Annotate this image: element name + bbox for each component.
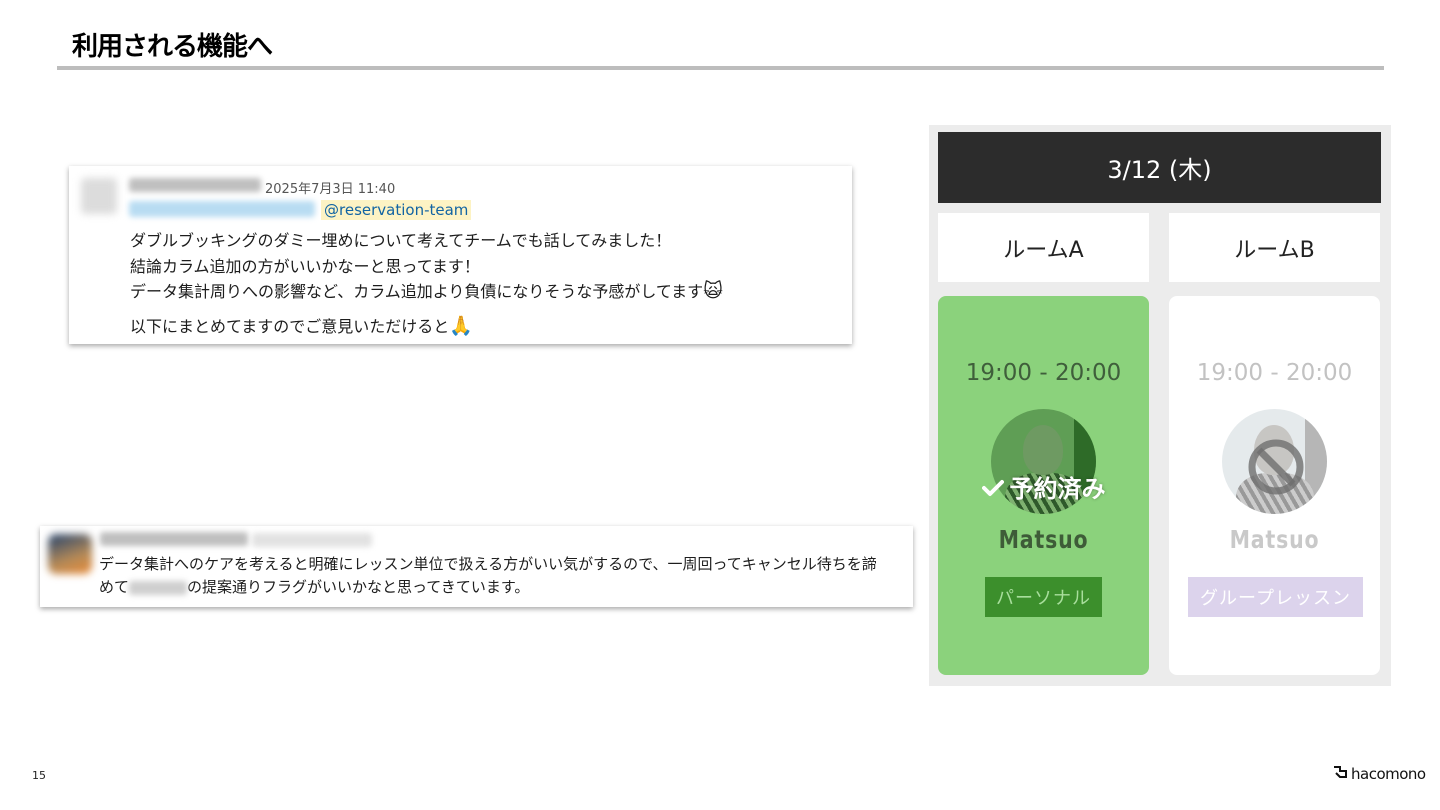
slot-time: 19:00 - 20:00 (965, 360, 1122, 386)
lesson-slot-room-a[interactable]: 19:00 - 20:00 予約済み Matsuo パーソナル (938, 296, 1149, 675)
lesson-type-badge: パーソナル (985, 577, 1102, 617)
reserved-status: 予約済み (938, 469, 1149, 504)
room-header-b: ルームB (1169, 213, 1380, 282)
message-line: 結論カラム追加の方がいいかなーと思ってます！ (130, 257, 480, 276)
redacted-timestamp (252, 533, 372, 547)
message-timestamp[interactable]: 2025年7月3日 11:40 (265, 178, 395, 197)
pray-emoji-icon: 🙏 (449, 315, 473, 337)
lesson-slot-room-b[interactable]: 19:00 - 20:00 Matsuo グループレッスン (1169, 296, 1380, 675)
redacted-mention (129, 201, 315, 217)
chat-message-card: 2025年7月3日 11:40 @reservation-team ダブルブッキ… (69, 166, 852, 344)
date-header: 3/12 (木) (938, 132, 1381, 203)
message-line: データ集計周りへの影響など、カラム追加より負債になりそうな予感がしてます🙀 (130, 278, 723, 302)
ban-icon (1247, 438, 1305, 496)
message-line: データ集計へのケアを考えると明確にレッスン単位で扱える方がいい気がするので、一周… (99, 555, 877, 573)
brand-logo: hacomono (1332, 765, 1426, 783)
redacted-user-name (129, 580, 188, 595)
reservation-panel: 3/12 (木) ルームA ルームB 19:00 - 20:00 予約済み Ma… (929, 125, 1391, 686)
title-divider (57, 66, 1384, 70)
instructor-name: Matsuo (998, 525, 1089, 554)
message-line-text: めて (99, 578, 130, 596)
slot-time: 19:00 - 20:00 (1196, 360, 1353, 386)
check-icon (981, 475, 1004, 503)
scared-cat-emoji-icon: 🙀 (703, 280, 723, 302)
message-line: ダブルブッキングのダミー埋めについて考えてチームでも話してみました！ (130, 231, 672, 250)
mention-tag[interactable]: @reservation-team (321, 200, 472, 220)
message-line-text: の提案通りフラグがいいかなと思ってきています。 (187, 578, 530, 596)
redacted-avatar (48, 534, 92, 574)
slide-title: 利用される機能へ (72, 32, 273, 62)
logo-text: hacomono (1351, 765, 1426, 783)
message-line: 以下にまとめてますのでご意見いただけると🙏 (130, 313, 473, 337)
hacomono-logo-icon (1332, 765, 1348, 783)
lesson-type-badge: グループレッスン (1188, 577, 1363, 617)
instructor-name: Matsuo (1229, 525, 1320, 554)
message-line-text: 以下にまとめてますのでご意見いただけると (130, 317, 450, 336)
redacted-avatar (81, 178, 117, 214)
redacted-user-name (129, 178, 261, 192)
message-line: めて の提案通りフラグがいいかなと思ってきています。 (99, 576, 529, 597)
redacted-user-name (100, 532, 248, 546)
chat-message-card: データ集計へのケアを考えると明確にレッスン単位で扱える方がいい気がするので、一周… (40, 526, 913, 607)
message-line-text: データ集計周りへの影響など、カラム追加より負債になりそうな予感がしてます (130, 282, 704, 301)
page-number: 15 (32, 769, 46, 782)
room-header-a: ルームA (938, 213, 1149, 282)
reserved-label: 予約済み (1009, 475, 1106, 503)
